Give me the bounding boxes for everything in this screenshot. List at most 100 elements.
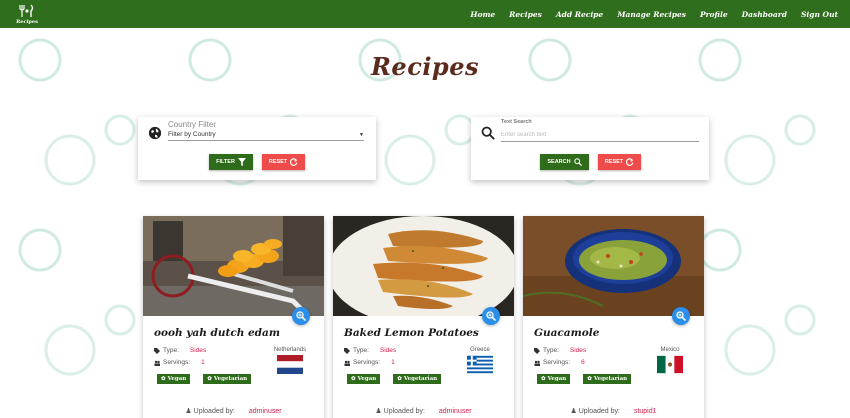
tag-list: ✿ Vegan ✿ Vegetarian — [347, 374, 442, 384]
tag-list: ✿ Vegan ✿ Vegetarian — [537, 374, 632, 384]
tag-list: ✿ Vegan ✿ Vegetarian — [157, 374, 252, 384]
navbar: Recipes Home Recipes Add Recipe Manage R… — [0, 0, 850, 28]
uploaded-by: ♟ Uploaded by: stupid1 — [523, 407, 704, 415]
uploader-name[interactable]: adminuser — [249, 408, 282, 415]
type-value: Sides — [189, 347, 207, 354]
recipe-type: Type: Sides — [154, 347, 206, 354]
brand-logo[interactable]: Recipes — [14, 4, 40, 25]
tag-vegetarian: ✿ Vegetarian — [583, 374, 632, 384]
tag-label: Vegetarian — [213, 376, 248, 382]
type-value: Sides — [569, 347, 587, 354]
country-select[interactable]: Filter by Country ▼ — [168, 129, 364, 141]
users-icon — [534, 360, 540, 366]
refresh-icon — [626, 158, 634, 166]
country-select-value: Filter by Country — [168, 131, 216, 138]
zoom-in-icon — [676, 311, 686, 321]
user-icon: ♟ — [185, 408, 192, 415]
zoom-button[interactable] — [482, 307, 500, 325]
search-button[interactable]: SEARCH — [540, 154, 589, 170]
recipe-card[interactable]: Baked Lemon Potatoes Type: Sides Serving… — [333, 216, 514, 418]
utensils-icon — [19, 4, 34, 17]
text-search-label: Text Search — [501, 119, 532, 125]
tag-vegetarian: ✿ Vegetarian — [203, 374, 252, 384]
recipe-image — [333, 216, 514, 316]
recipe-type: Type: Sides — [534, 347, 586, 354]
uploaded-label: Uploaded by: — [193, 408, 235, 415]
recipe-image — [143, 216, 324, 316]
recipe-title[interactable]: Guacamole — [534, 327, 599, 339]
recipe-card[interactable]: oooh yah dutch edam Type: Sides Servings… — [143, 216, 324, 418]
nav-dashboard[interactable]: Dashboard — [742, 10, 787, 19]
zoom-in-icon — [486, 311, 496, 321]
refresh-icon — [290, 158, 298, 166]
users-icon — [344, 360, 350, 366]
nav-links: Home Recipes Add Recipe Manage Recipes P… — [470, 10, 838, 19]
type-value: Sides — [379, 347, 397, 354]
nav-sign-out[interactable]: Sign Out — [801, 10, 838, 19]
leaf-icon: ✿ — [161, 376, 166, 382]
uploaded-by: ♟ Uploaded by: adminuser — [333, 407, 514, 415]
recipe-image — [523, 216, 704, 316]
tag-icon — [534, 347, 540, 354]
recipe-servings: Servings: 1 — [154, 359, 205, 366]
type-label: Type: — [163, 347, 179, 354]
tag-vegan: ✿ Vegan — [157, 374, 191, 384]
globe-icon — [148, 126, 162, 140]
search-button-label: SEARCH — [547, 159, 571, 165]
filter-icon — [237, 158, 246, 166]
search-button-icon — [573, 158, 582, 166]
country-reset-label: RESET — [268, 159, 288, 165]
tag-label: Vegan — [357, 376, 377, 382]
search-input[interactable] — [501, 128, 699, 142]
search-reset-button[interactable]: RESET — [598, 154, 641, 170]
nav-add-recipe[interactable]: Add Recipe — [556, 10, 603, 19]
filter-button-label: FILTER — [216, 159, 235, 165]
user-icon: ♟ — [375, 408, 382, 415]
zoom-in-icon — [296, 311, 306, 321]
search-reset-label: RESET — [604, 159, 624, 165]
tag-label: Vegetarian — [593, 376, 628, 382]
tag-label: Vegan — [547, 376, 567, 382]
user-icon: ♟ — [570, 408, 577, 415]
tag-vegan: ✿ Vegan — [347, 374, 381, 384]
tag-icon — [344, 347, 350, 354]
leaf-icon: ✿ — [541, 376, 546, 382]
country-filter-card: Country Filter Filter by Country ▼ FILTE… — [138, 117, 376, 180]
recipe-title[interactable]: oooh yah dutch edam — [154, 327, 280, 339]
mexico-flag-icon — [657, 355, 683, 374]
servings-value: 6 — [581, 359, 585, 366]
servings-value: 1 — [201, 359, 205, 366]
type-label: Type: — [353, 347, 369, 354]
nav-recipes[interactable]: Recipes — [509, 10, 542, 19]
nav-profile[interactable]: Profile — [700, 10, 728, 19]
country-filter-label: Country Filter — [168, 120, 217, 129]
uploader-name[interactable]: adminuser — [439, 408, 472, 415]
country-name: Netherlands — [273, 347, 307, 353]
nav-home[interactable]: Home — [470, 10, 495, 19]
uploaded-label: Uploaded by: — [578, 408, 620, 415]
country-reset-button[interactable]: RESET — [262, 154, 305, 170]
uploaded-label: Uploaded by: — [383, 408, 425, 415]
recipe-servings: Servings: 1 — [344, 359, 395, 366]
filter-button[interactable]: FILTER — [209, 154, 253, 170]
servings-label: Servings: — [163, 359, 191, 366]
seedling-icon: ✿ — [587, 376, 592, 382]
recipe-title[interactable]: Baked Lemon Potatoes — [344, 327, 479, 339]
uploader-name[interactable]: stupid1 — [634, 408, 657, 415]
recipe-card[interactable]: Guacamole Type: Sides Servings: 6 Mexico… — [523, 216, 704, 418]
tag-vegan: ✿ Vegan — [537, 374, 571, 384]
seedling-icon: ✿ — [397, 376, 402, 382]
country-name: Mexico — [660, 347, 680, 353]
zoom-button[interactable] — [672, 307, 690, 325]
recipe-servings: Servings: 6 — [534, 359, 585, 366]
nav-manage-recipes[interactable]: Manage Recipes — [617, 10, 686, 19]
users-icon — [154, 360, 160, 366]
tag-vegetarian: ✿ Vegetarian — [393, 374, 442, 384]
zoom-button[interactable] — [292, 307, 310, 325]
uploaded-by: ♟ Uploaded by: adminuser — [143, 407, 324, 415]
tag-label: Vegan — [167, 376, 187, 382]
servings-value: 1 — [391, 359, 395, 366]
servings-label: Servings: — [543, 359, 571, 366]
caret-down-icon: ▼ — [359, 131, 364, 138]
seedling-icon: ✿ — [207, 376, 212, 382]
